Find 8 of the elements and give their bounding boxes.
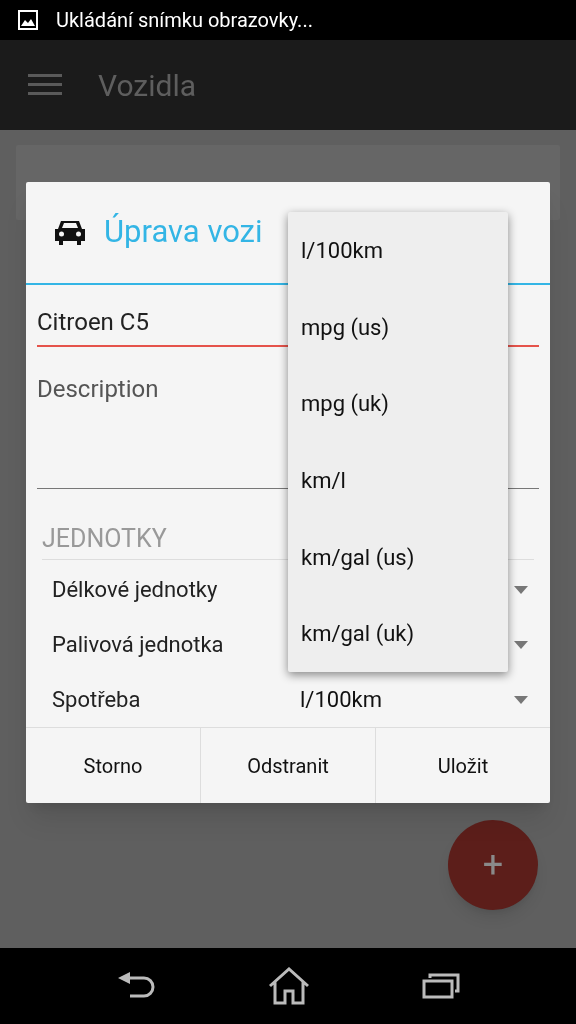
spinner-label: Palivová jednotka [52,631,225,660]
dialog-title: Úprava vozi [104,212,263,253]
section-header: JEDNOTKY [42,523,167,553]
spinner-label: Délkové jednotky [52,576,219,605]
notification-text: Ukládání snímku obrazovky... [56,7,313,34]
spinner-value: l/100km [300,687,382,713]
app-title: Vozidla [98,66,196,105]
spinner-label: Spotřeba [52,686,142,715]
